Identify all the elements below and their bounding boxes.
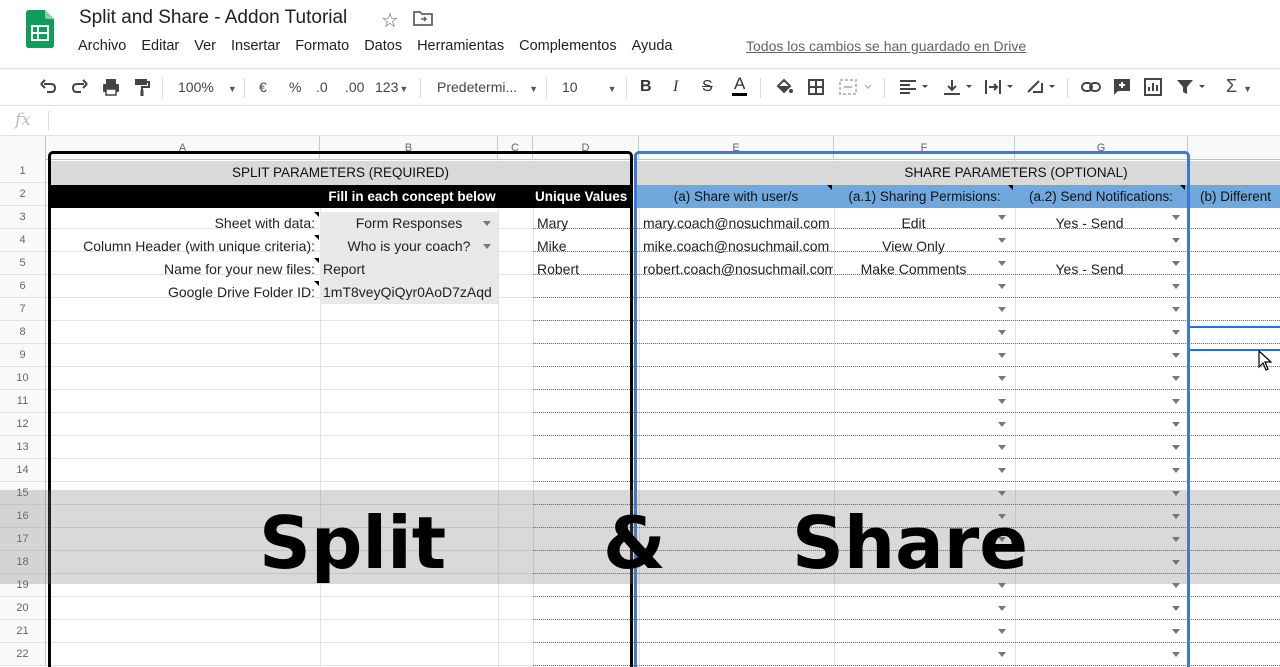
row-header-3[interactable]: 3 <box>0 206 46 229</box>
row-header-2[interactable]: 2 <box>0 183 46 206</box>
zoom-value: 100% <box>178 79 214 95</box>
functions-button[interactable]: Σ ▼ <box>1226 76 1252 97</box>
font-size-select[interactable]: 10 ▼ <box>562 79 617 95</box>
row-header-7[interactable]: 7 <box>0 298 46 321</box>
row-header-11[interactable]: 11 <box>0 390 46 413</box>
row-header-21[interactable]: 21 <box>0 620 46 643</box>
toolbar-divider <box>162 78 163 98</box>
redo-icon[interactable] <box>70 77 90 97</box>
borders-icon[interactable] <box>806 77 826 97</box>
toolbar: 100% ▼ € % .0 .00 123▼ Predetermi... ▼ 10 ▼… <box>0 68 1280 106</box>
row-header-5[interactable]: 5 <box>0 252 46 275</box>
toolbar-divider <box>884 78 885 98</box>
selection-border <box>1190 326 1280 328</box>
menu-ayuda[interactable]: Ayuda <box>632 38 673 54</box>
more-formats-select[interactable]: 123▼ <box>375 79 408 95</box>
toolbar-divider <box>244 78 245 98</box>
undo-icon[interactable] <box>38 77 58 97</box>
star-icon[interactable]: ☆ <box>381 8 399 33</box>
mouse-cursor-icon <box>1258 349 1273 377</box>
text-color-button[interactable]: A <box>732 75 748 96</box>
row-header-8[interactable]: 8 <box>0 321 46 344</box>
row-header-4[interactable]: 4 <box>0 229 46 252</box>
toolbar-divider <box>546 78 547 98</box>
text-rotation-icon[interactable] <box>1025 77 1059 97</box>
saved-status-link[interactable]: Todos los cambios se han guardado en Dri… <box>746 38 1026 54</box>
menu-ver[interactable]: Ver <box>194 38 216 54</box>
fill-color-icon[interactable] <box>774 77 794 97</box>
menu-archivo[interactable]: Archivo <box>78 38 126 54</box>
document-title[interactable]: Split and Share - Addon Tutorial <box>79 7 347 29</box>
formula-bar: fx <box>0 106 1280 136</box>
overlay-word-split: Split <box>259 501 447 585</box>
share-section-outline <box>634 151 1190 667</box>
row-header-13[interactable]: 13 <box>0 436 46 459</box>
row-header-12[interactable]: 12 <box>0 413 46 436</box>
toolbar-divider <box>760 78 761 98</box>
menu-formato[interactable]: Formato <box>295 38 349 54</box>
insert-comment-icon[interactable] <box>1112 77 1132 97</box>
sheets-logo-icon[interactable] <box>26 10 54 48</box>
zoom-select[interactable]: 100% ▼ <box>178 79 237 95</box>
insert-chart-icon[interactable] <box>1143 77 1163 97</box>
more-formats-label: 123 <box>375 79 399 95</box>
font-value: Predetermi... <box>437 79 518 95</box>
bold-button[interactable]: B <box>640 78 652 96</box>
align-left-icon[interactable] <box>898 77 932 97</box>
column-header-h[interactable] <box>1188 136 1280 160</box>
overlay-word-share: Share <box>792 501 1029 585</box>
increase-decimal-button[interactable]: .00 <box>345 79 364 95</box>
row-header-14[interactable]: 14 <box>0 459 46 482</box>
menu-herramientas[interactable]: Herramientas <box>417 38 504 54</box>
row-header-20[interactable]: 20 <box>0 597 46 620</box>
split-section-outline <box>48 151 633 667</box>
decrease-decimal-button[interactable]: .0 <box>316 79 328 95</box>
sum-icon: Σ <box>1226 76 1238 96</box>
row-header-6[interactable]: 6 <box>0 275 46 298</box>
text-wrap-icon[interactable] <box>983 77 1017 97</box>
insert-link-icon[interactable] <box>1080 77 1102 97</box>
toolbar-divider <box>420 78 421 98</box>
font-size-value: 10 <box>562 79 578 95</box>
currency-button[interactable]: € <box>259 79 267 95</box>
menu-datos[interactable]: Datos <box>364 38 402 54</box>
row-header-1[interactable]: 1 <box>0 160 46 183</box>
row-header-9[interactable]: 9 <box>0 344 46 367</box>
merge-cells-icon[interactable] <box>838 77 872 97</box>
select-all-corner[interactable] <box>0 136 46 160</box>
different-header: (b) Different <box>1200 189 1272 204</box>
percent-button[interactable]: % <box>289 79 301 95</box>
toolbar-divider <box>626 78 627 98</box>
paint-format-icon[interactable] <box>132 77 152 97</box>
strikethrough-button[interactable]: S <box>702 78 713 96</box>
overlay-word-ampersand: & <box>603 501 666 585</box>
print-icon[interactable] <box>101 77 121 97</box>
fx-icon: fx <box>15 110 31 130</box>
menu-complementos[interactable]: Complementos <box>519 38 617 54</box>
menu-bar: Archivo Editar Ver Insertar Formato Dato… <box>78 38 687 54</box>
menu-editar[interactable]: Editar <box>141 38 179 54</box>
italic-button[interactable]: I <box>673 78 678 96</box>
row-header-10[interactable]: 10 <box>0 367 46 390</box>
filter-icon[interactable] <box>1175 77 1209 97</box>
row-header-22[interactable]: 22 <box>0 643 46 666</box>
font-select[interactable]: Predetermi... ▼ <box>437 79 538 95</box>
move-folder-icon[interactable] <box>413 9 433 27</box>
app-header: Split and Share - Addon Tutorial ☆ Archi… <box>0 0 1280 68</box>
toolbar-divider <box>1067 78 1068 98</box>
formula-divider <box>48 111 49 131</box>
vertical-align-icon[interactable] <box>942 77 976 97</box>
menu-insertar[interactable]: Insertar <box>231 38 280 54</box>
spreadsheet-app: Split and Share - Addon Tutorial ☆ Archi… <box>0 0 1280 667</box>
